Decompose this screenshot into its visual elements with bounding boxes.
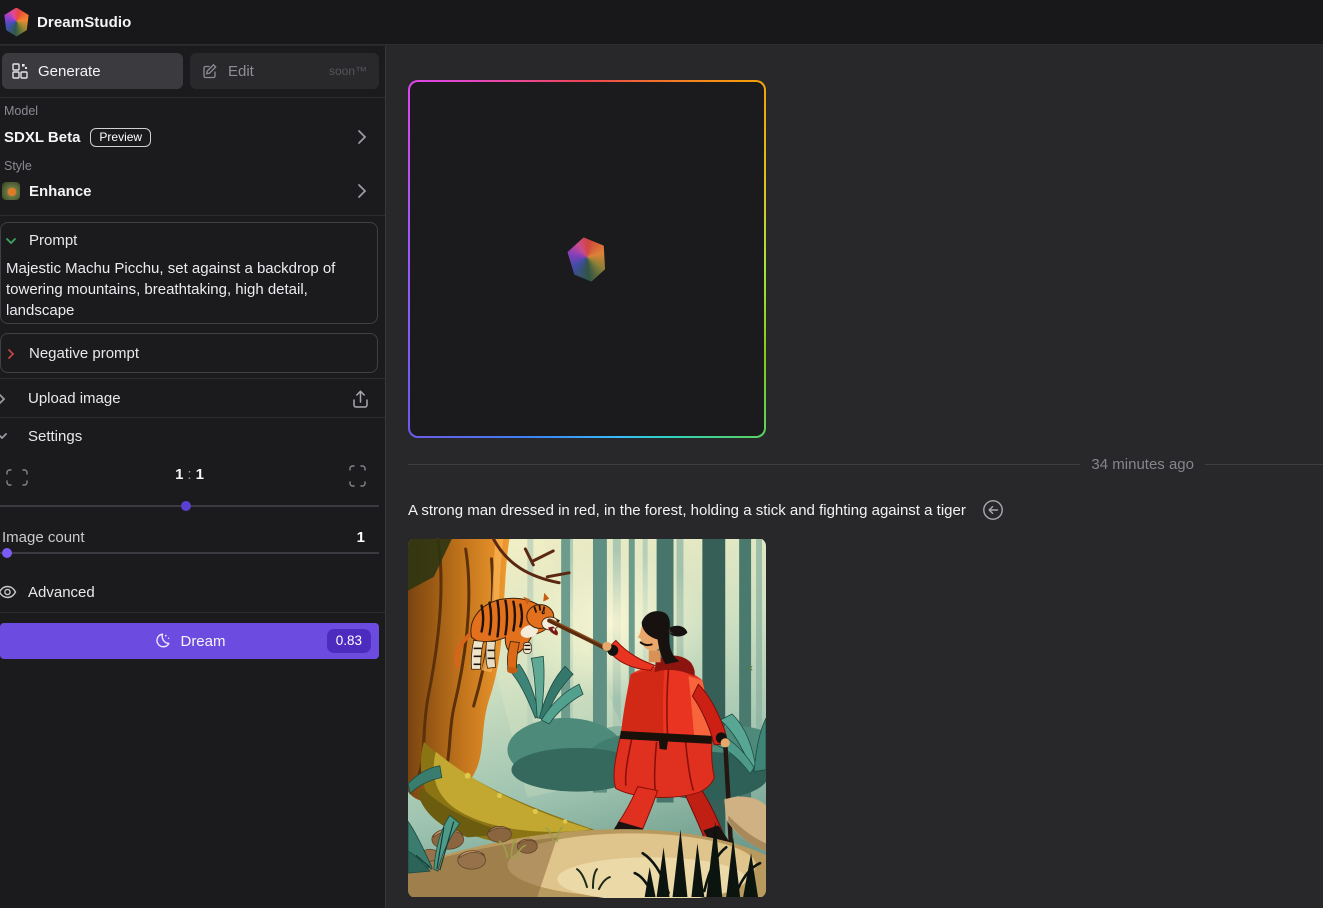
style-label: Style <box>4 159 32 173</box>
chevron-down-icon <box>5 235 17 247</box>
upload-image-label: Upload image <box>28 390 121 407</box>
settings-label: Settings <box>28 428 82 445</box>
prompt-input[interactable]: Majestic Machu Picchu, set against a bac… <box>1 249 377 321</box>
style-thumbnail-icon <box>2 182 20 200</box>
history-prompt-row: A strong man dressed in red, in the fore… <box>408 499 1004 521</box>
tab-edit-soon-badge: soon™ <box>329 64 367 78</box>
crescent-moon-icon <box>153 632 171 650</box>
image-count-label: Image count <box>2 529 85 546</box>
negative-prompt-card[interactable]: Negative prompt <box>0 333 378 373</box>
pencil-square-icon <box>202 63 218 79</box>
history-divider: 34 minutes ago <box>408 456 1323 472</box>
app-title: DreamStudio <box>37 14 131 31</box>
image-count-row: Image count 1 <box>0 527 379 547</box>
settings-row[interactable]: Settings <box>0 424 379 448</box>
header: DreamStudio <box>0 0 1323 45</box>
upload-icon[interactable] <box>351 389 370 409</box>
advanced-row[interactable]: Advanced <box>0 580 379 604</box>
model-preview-badge: Preview <box>90 128 151 147</box>
generation-placeholder <box>408 80 766 438</box>
divider-line <box>408 464 1080 465</box>
aspect-ratio-value: 1:1 <box>0 466 379 483</box>
slider-track <box>0 552 379 554</box>
chevron-right-icon <box>357 129 367 145</box>
upload-image-row[interactable]: Upload image <box>0 379 379 418</box>
divider <box>0 417 386 418</box>
aspect-ratio-slider[interactable] <box>0 501 379 511</box>
eye-icon <box>0 584 17 600</box>
negative-prompt-header: Negative prompt <box>1 334 377 362</box>
chevron-right-icon <box>0 393 8 405</box>
dream-button[interactable]: Dream 0.83 <box>0 623 379 659</box>
tab-generate-label: Generate <box>38 63 101 80</box>
generation-placeholder-inner <box>410 82 764 436</box>
generated-image-art <box>408 538 766 898</box>
divider <box>0 612 386 613</box>
grid-icon <box>12 63 28 79</box>
dreamstudio-app: DreamStudio Generate <box>0 0 1323 908</box>
loading-spinner-icon <box>563 233 611 284</box>
divider <box>0 215 386 216</box>
portrait-aspect-icon[interactable] <box>349 465 366 487</box>
tab-edit[interactable]: Edit soon™ <box>190 53 379 89</box>
chevron-down-icon <box>0 430 8 442</box>
image-count-value: 1 <box>357 529 365 546</box>
dream-button-label: Dream <box>180 633 225 650</box>
aspect-separator: : <box>183 466 195 483</box>
prompt-label: Prompt <box>29 232 77 249</box>
model-selector[interactable]: SDXL Beta Preview <box>0 124 379 150</box>
image-count-slider[interactable] <box>0 548 379 558</box>
style-value: Enhance <box>29 183 92 200</box>
tab-generate[interactable]: Generate <box>2 53 183 89</box>
slider-handle[interactable] <box>2 548 12 558</box>
model-label: Model <box>4 104 38 118</box>
tab-edit-label: Edit <box>228 63 254 80</box>
dream-price-badge: 0.83 <box>327 629 371 653</box>
history-timestamp: 34 minutes ago <box>1091 456 1194 473</box>
advanced-label: Advanced <box>28 584 95 601</box>
history-prompt-text: A strong man dressed in red, in the fore… <box>408 502 966 519</box>
model-value: SDXL Beta <box>4 129 80 146</box>
slider-handle[interactable] <box>181 501 191 511</box>
aspect-right: 1 <box>196 466 204 483</box>
divider <box>0 97 386 98</box>
dreamstudio-logo-icon <box>3 8 30 37</box>
chevron-right-icon <box>5 348 17 360</box>
style-selector[interactable]: Enhance <box>0 179 379 203</box>
reuse-prompt-button[interactable] <box>982 499 1004 521</box>
prompt-card: Prompt Majestic Machu Picchu, set agains… <box>0 222 378 324</box>
generated-image[interactable] <box>408 538 766 898</box>
divider-line <box>1205 464 1323 465</box>
prompt-header[interactable]: Prompt <box>1 223 377 249</box>
chevron-right-icon <box>357 183 367 199</box>
negative-prompt-label: Negative prompt <box>29 345 139 362</box>
sidebar: Generate Edit soon™ Model SDXL Beta Prev… <box>0 46 386 908</box>
